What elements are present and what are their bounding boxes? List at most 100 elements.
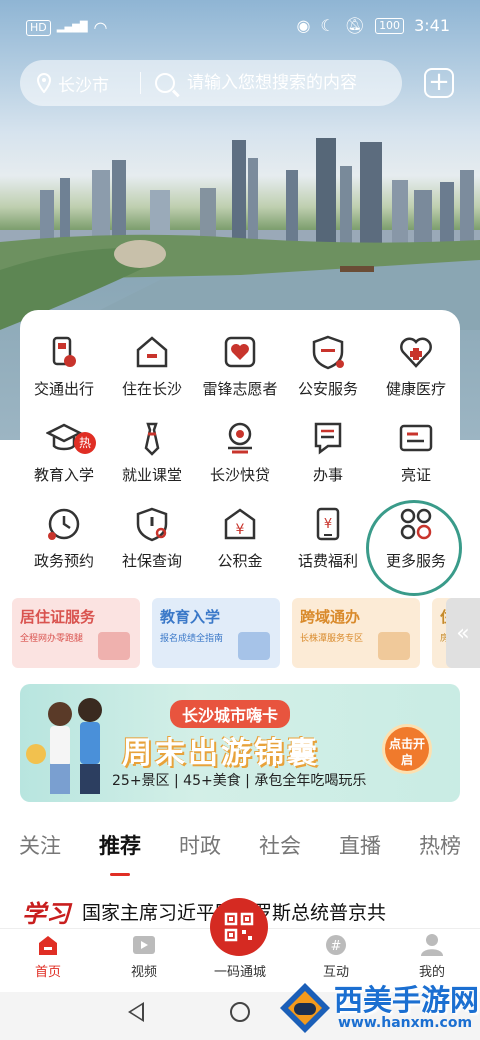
necktie-icon <box>134 420 170 456</box>
tab-4[interactable]: 直播 <box>320 830 400 870</box>
health-heart-icon <box>398 334 434 370</box>
quick-card-title: 跨域通办 <box>300 608 361 626</box>
transit-card-icon <box>46 334 82 370</box>
city-label: 长沙市 <box>58 75 109 96</box>
news-source-logo: 学习 <box>22 898 70 928</box>
signal-icon: ▂▄▆█ <box>56 22 88 33</box>
mute-icon: 🔕︎ <box>344 16 366 35</box>
back-icon[interactable] <box>128 1002 144 1022</box>
svg-text:¥: ¥ <box>324 517 332 532</box>
moon-icon: ☾ <box>320 16 335 35</box>
service-label: 教育入学 <box>33 466 94 484</box>
home-icon <box>35 933 61 957</box>
social-security-search-icon <box>134 506 170 542</box>
service-label: 长沙快贷 <box>209 466 270 484</box>
nav-item-video[interactable]: 视频 <box>96 929 192 992</box>
service-item[interactable]: 社保查询 <box>108 506 196 592</box>
tab-0[interactable]: 关注 <box>0 830 80 870</box>
nav-label: 一码通城 <box>213 965 266 980</box>
qr-glyph <box>224 912 254 942</box>
tab-2[interactable]: 时政 <box>160 830 240 870</box>
document-icon <box>310 420 346 456</box>
battery-icon: 100 <box>375 17 405 34</box>
watermark-url: www.hanxm.com <box>338 1015 473 1031</box>
promo-banner[interactable]: 长沙城市嗨卡 周末出游锦囊 25+景区 | 45+美食 | 承包全年吃喝玩乐 点… <box>20 684 460 802</box>
phone-bill-icon: ¥ <box>310 506 346 542</box>
banner-tag: 长沙城市嗨卡 <box>170 700 291 728</box>
location-pin-icon <box>36 73 52 93</box>
quick-cards-row: 居住证服务全程网办零跑腿教育入学报名成绩全指南跨域通办长株潭服务专区住房 <box>12 598 480 668</box>
gamepad-logo-icon <box>280 983 330 1033</box>
service-label: 健康医疗 <box>385 380 446 398</box>
service-item[interactable]: ¥ 话费福利 <box>284 506 372 592</box>
svg-text:#: # <box>331 939 342 954</box>
fund-envelope-icon: ¥ <box>222 506 258 542</box>
home-circle-icon[interactable] <box>230 1002 250 1022</box>
quick-card-illustration <box>378 632 410 660</box>
highlight-circle <box>366 500 462 596</box>
service-item[interactable]: 长沙快贷 <box>196 420 284 506</box>
service-item[interactable]: 健康医疗 <box>372 334 460 420</box>
loan-coin-icon <box>222 420 258 456</box>
wifi-icon: ◠ <box>93 18 108 37</box>
quick-card-title: 教育入学 <box>160 608 221 626</box>
banner-open-button[interactable]: 点击开启 <box>382 724 432 774</box>
service-item[interactable]: ¥ 公积金 <box>196 506 284 592</box>
news-tabs: 关注 推荐 时政 社会 直播 热榜 <box>0 830 480 876</box>
video-icon <box>131 933 157 957</box>
service-item[interactable]: 办事 <box>284 420 372 506</box>
quick-card[interactable]: 居住证服务 全程网办零跑腿 <box>12 598 140 668</box>
search-icon <box>155 73 175 93</box>
service-label: 雷锋志愿者 <box>202 380 278 398</box>
service-item[interactable]: 政务预约 <box>20 506 108 592</box>
clock-time: 3:41 <box>414 16 450 35</box>
service-label: 住在长沙 <box>121 380 182 398</box>
service-label: 办事 <box>312 466 343 484</box>
hd-badge: HD <box>26 19 51 36</box>
chat-hash-icon: # <box>323 933 349 957</box>
tab-1[interactable]: 推荐 <box>80 830 160 876</box>
service-item[interactable]: 住在长沙 <box>108 334 196 420</box>
tab-5[interactable]: 热榜 <box>400 830 480 870</box>
id-card-icon <box>398 420 434 456</box>
svg-text:¥: ¥ <box>236 522 245 538</box>
service-item[interactable]: 亮证 <box>372 420 460 506</box>
search-input[interactable] <box>187 73 397 93</box>
qr-code-icon[interactable] <box>210 898 268 956</box>
search-divider <box>140 72 141 94</box>
service-item[interactable]: 雷锋志愿者 <box>196 334 284 420</box>
tab-3[interactable]: 社会 <box>240 830 320 870</box>
search-bar[interactable]: 长沙市 <box>20 60 402 106</box>
city-skyline-image <box>0 138 480 330</box>
banner-subtitle: 25+景区 | 45+美食 | 承包全年吃喝玩乐 <box>112 773 367 789</box>
service-label: 政务预约 <box>33 552 94 570</box>
nav-item-home[interactable]: 首页 <box>0 929 96 992</box>
profile-icon <box>419 933 445 957</box>
quick-card[interactable]: 教育入学 报名成绩全指南 <box>152 598 280 668</box>
police-shield-icon <box>310 334 346 370</box>
service-label: 话费福利 <box>297 552 358 570</box>
quick-card-illustration <box>98 632 130 660</box>
add-button[interactable]: + <box>424 68 454 98</box>
eye-icon: ◉ <box>296 16 311 35</box>
city-selector[interactable]: 长沙市 <box>20 71 140 96</box>
banner-headline: 周末出游锦囊 <box>122 736 320 771</box>
collapse-button[interactable]: « <box>446 598 480 668</box>
service-label: 就业课堂 <box>121 466 182 484</box>
graduation-cap-icon: 热 <box>45 420 96 456</box>
service-label: 公安服务 <box>297 380 358 398</box>
quick-card[interactable]: 跨域通办 长株潭服务专区 <box>292 598 420 668</box>
nav-label: 首页 <box>34 965 61 980</box>
couple-illustration <box>26 698 102 794</box>
service-item[interactable]: 就业课堂 <box>108 420 196 506</box>
service-item[interactable]: 热教育入学 <box>20 420 108 506</box>
site-watermark: 西美手游网 www.hanxm.com <box>276 975 480 1040</box>
service-item[interactable]: 公安服务 <box>284 334 372 420</box>
house-icon <box>134 334 170 370</box>
status-bar: HD ▂▄▆█ ◠ ◉ ☾ 🔕︎ 100 3:41 <box>0 0 480 54</box>
volunteer-heart-icon <box>222 334 258 370</box>
service-label: 社保查询 <box>121 552 182 570</box>
watermark-title: 西美手游网 <box>334 983 480 1017</box>
service-item[interactable]: 交通出行 <box>20 334 108 420</box>
service-label: 公积金 <box>217 552 263 570</box>
